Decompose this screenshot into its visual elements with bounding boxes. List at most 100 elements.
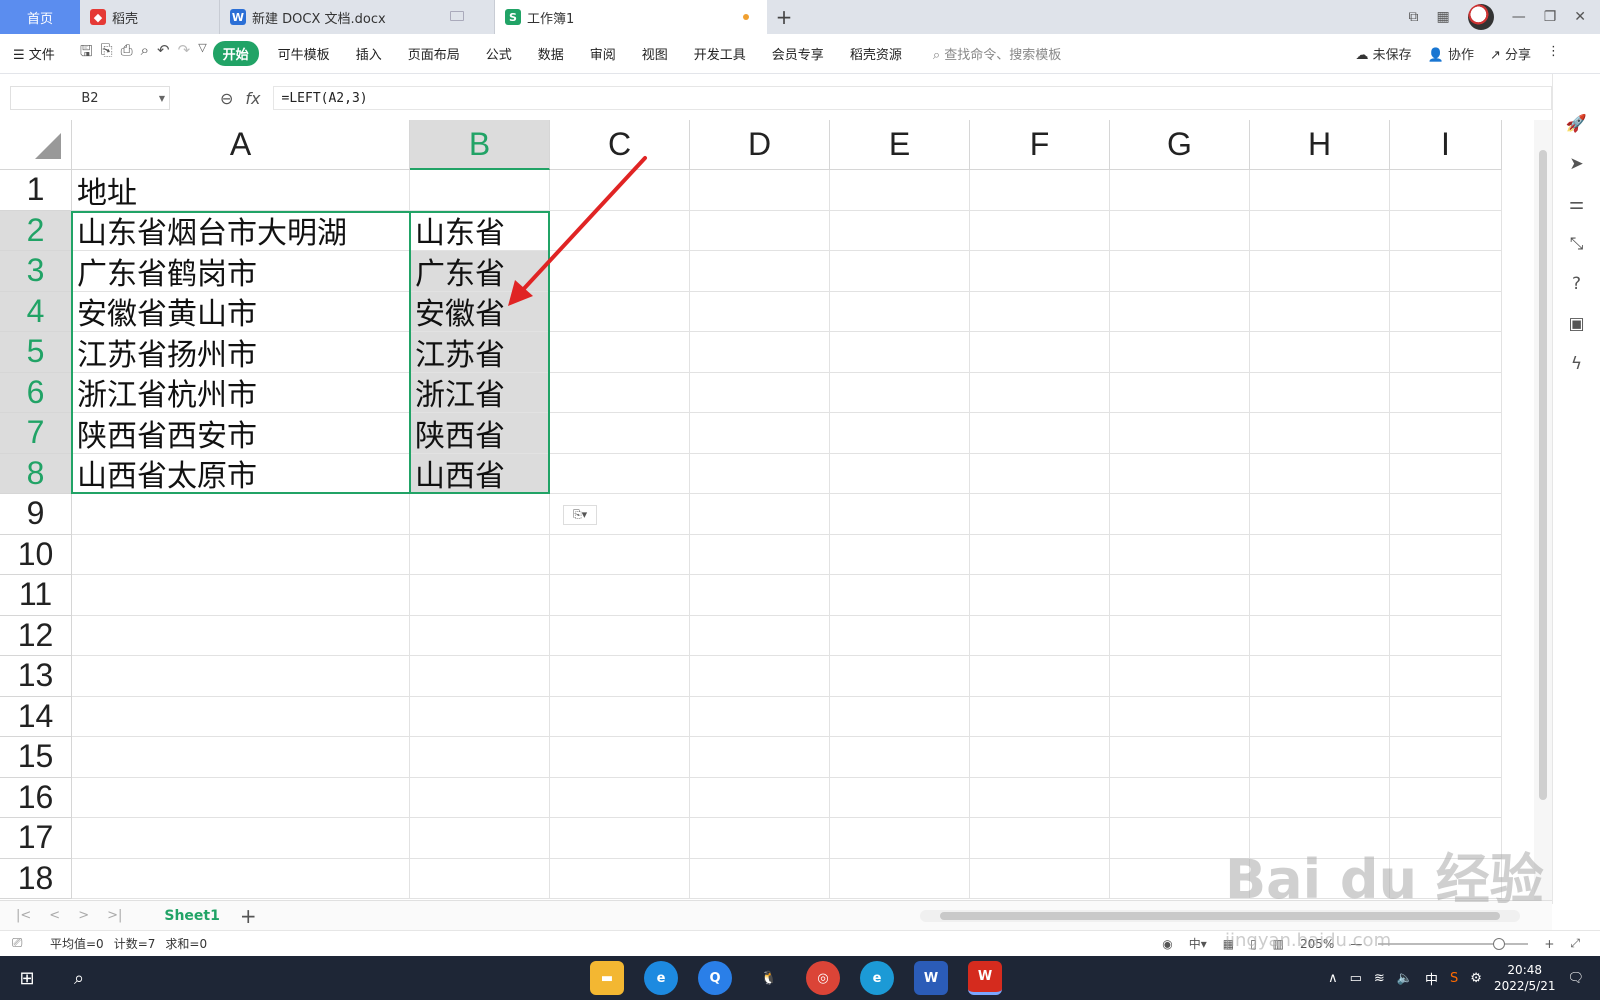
cell-f3[interactable] [970, 251, 1110, 292]
row-header-18[interactable]: 18 [0, 858, 72, 899]
cell-d15[interactable] [690, 737, 830, 778]
row-header-11[interactable]: 11 [0, 575, 72, 616]
cell-f15[interactable] [970, 737, 1110, 778]
cell-i5[interactable] [1390, 332, 1502, 373]
next-sheet-icon[interactable]: > [78, 908, 89, 923]
cell-b3[interactable]: 广东省 [410, 251, 550, 292]
cell-f11[interactable] [970, 575, 1110, 616]
row-header-13[interactable]: 13 [0, 656, 72, 697]
cell-b11[interactable] [410, 575, 550, 616]
image-tool-icon[interactable]: ▣ [1568, 314, 1584, 334]
cell-b12[interactable] [410, 615, 550, 656]
cell-e5[interactable] [830, 332, 970, 373]
cell-h16[interactable] [1250, 777, 1390, 818]
avatar[interactable] [1467, 4, 1494, 30]
cell-i4[interactable] [1390, 291, 1502, 332]
cell-a3[interactable]: 广东省鹤岗市 [72, 251, 410, 292]
cell-i17[interactable] [1390, 818, 1502, 859]
restore-icon[interactable]: ❐ [1544, 9, 1557, 25]
cell-h5[interactable] [1250, 332, 1390, 373]
fx-icon[interactable]: fx [245, 89, 260, 108]
formula-input[interactable]: =LEFT(A2,3) [272, 86, 1552, 110]
redo-icon[interactable]: ↷ [178, 41, 191, 66]
wps-icon[interactable]: W [968, 961, 1002, 995]
column-header-f[interactable]: F [970, 120, 1110, 170]
cell-f4[interactable] [970, 291, 1110, 332]
cell-e15[interactable] [830, 737, 970, 778]
cell-h8[interactable] [1250, 453, 1390, 494]
column-header-c[interactable]: C [550, 120, 690, 170]
cell-g2[interactable] [1110, 210, 1250, 251]
cell-b6[interactable]: 浙江省 [410, 372, 550, 413]
cell-a18[interactable] [72, 858, 410, 899]
cell-f6[interactable] [970, 372, 1110, 413]
cell-f2[interactable] [970, 210, 1110, 251]
cell-b13[interactable] [410, 656, 550, 697]
cell-d7[interactable] [690, 413, 830, 454]
transform-icon[interactable]: ⤡ [1570, 234, 1584, 254]
cell-f18[interactable] [970, 858, 1110, 899]
cell-d14[interactable] [690, 696, 830, 737]
row-header-16[interactable]: 16 [0, 777, 72, 818]
sliders-icon[interactable]: ⚌ [1569, 194, 1584, 214]
cell-i18[interactable] [1390, 858, 1502, 899]
cell-h18[interactable] [1250, 858, 1390, 899]
cell-f17[interactable] [970, 818, 1110, 859]
zoom-icon[interactable]: ⊖ [220, 89, 233, 108]
cell-b15[interactable] [410, 737, 550, 778]
unsaved-button[interactable]: ☁ 未保存 [1355, 44, 1411, 63]
tab-review[interactable]: 审阅 [577, 44, 629, 63]
cell-c3[interactable] [550, 251, 690, 292]
normal-view-icon[interactable]: ▦ [1223, 937, 1234, 951]
row-header-3[interactable]: 3 [0, 251, 72, 292]
cell-f5[interactable] [970, 332, 1110, 373]
cell-e12[interactable] [830, 615, 970, 656]
column-header-b[interactable]: B [410, 120, 550, 170]
cell-h9[interactable] [1250, 494, 1390, 535]
cell-c13[interactable] [550, 656, 690, 697]
cell-c4[interactable] [550, 291, 690, 332]
cell-e1[interactable] [830, 170, 970, 211]
cell-g6[interactable] [1110, 372, 1250, 413]
cell-a8[interactable]: 山西省太原市 [72, 453, 410, 494]
cell-g18[interactable] [1110, 858, 1250, 899]
macro-icon[interactable]: ⎚ [12, 936, 22, 951]
cell-g9[interactable] [1110, 494, 1250, 535]
chrome-icon[interactable]: ◎ [806, 961, 840, 995]
windows-start-icon[interactable]: ⊞ [0, 968, 54, 989]
cell-h4[interactable] [1250, 291, 1390, 332]
cell-g11[interactable] [1110, 575, 1250, 616]
cell-a4[interactable]: 安徽省黄山市 [72, 291, 410, 332]
column-header-d[interactable]: D [690, 120, 830, 170]
cell-d17[interactable] [690, 818, 830, 859]
cell-e13[interactable] [830, 656, 970, 697]
cell-g1[interactable] [1110, 170, 1250, 211]
paste-options-button[interactable]: ⎘▾ [563, 505, 597, 525]
cell-d3[interactable] [690, 251, 830, 292]
first-sheet-icon[interactable]: |< [16, 908, 31, 923]
chevron-down-icon[interactable]: ▼ [159, 94, 165, 103]
cell-a16[interactable] [72, 777, 410, 818]
last-sheet-icon[interactable]: >| [107, 908, 122, 923]
cell-a7[interactable]: 陕西省西安市 [72, 413, 410, 454]
tab-formula[interactable]: 公式 [473, 44, 525, 63]
tab-member[interactable]: 会员专享 [759, 44, 837, 63]
cell-i13[interactable] [1390, 656, 1502, 697]
cell-d8[interactable] [690, 453, 830, 494]
column-header-h[interactable]: H [1250, 120, 1390, 170]
cell-c5[interactable] [550, 332, 690, 373]
cell-i11[interactable] [1390, 575, 1502, 616]
cell-g15[interactable] [1110, 737, 1250, 778]
cell-g7[interactable] [1110, 413, 1250, 454]
cell-a1[interactable]: 地址 [72, 170, 410, 211]
cell-b2[interactable]: 山东省 [410, 210, 550, 251]
tab-data[interactable]: 数据 [525, 44, 577, 63]
cell-c14[interactable] [550, 696, 690, 737]
cell-i9[interactable] [1390, 494, 1502, 535]
tab-daoke[interactable]: ◆ 稻壳 [80, 0, 220, 34]
volume-icon[interactable]: 🔈 [1397, 971, 1413, 986]
fullscreen-icon[interactable]: ⤢ [1570, 936, 1580, 951]
clock[interactable]: 20:48 2022/5/21 [1494, 962, 1556, 994]
cell-b7[interactable]: 陕西省 [410, 413, 550, 454]
cell-b9[interactable] [410, 494, 550, 535]
